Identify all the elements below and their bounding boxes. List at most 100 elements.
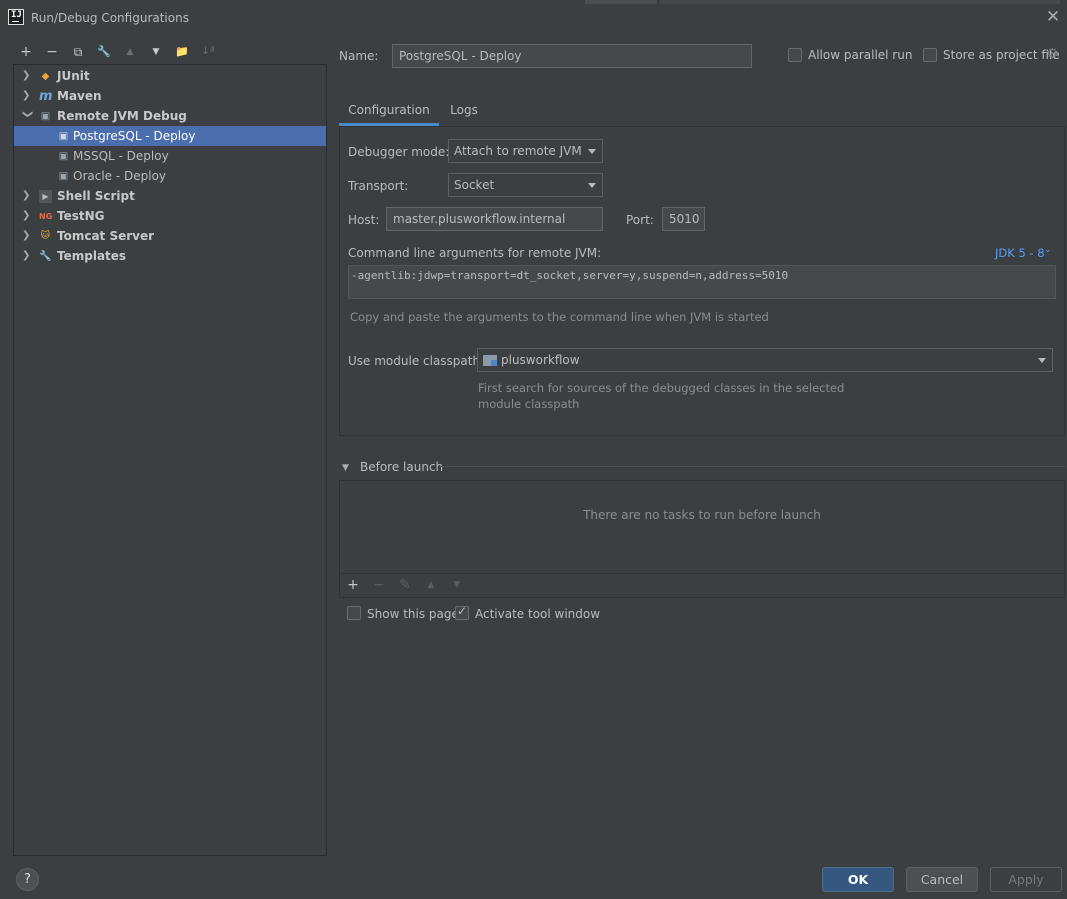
tab-configuration[interactable]: Configuration [339,98,439,126]
transport-select[interactable]: Socket [448,173,603,197]
background-window-strip [660,0,1060,4]
sort-icon[interactable]: ↓ª [199,43,217,61]
chevron-right-icon[interactable]: ❯ [22,231,32,241]
new-folder-icon[interactable]: 📁 [173,43,191,61]
cmdline-hint: Copy and paste the arguments to the comm… [350,310,769,324]
tree-item-maven[interactable]: ❯ m Maven [14,86,326,106]
collapse-before-launch-icon[interactable]: ▼ [342,463,349,473]
module-hint-line-2: module classpath [478,397,580,411]
remove-configuration-icon[interactable]: − [43,43,61,61]
remove-task-icon[interactable]: − [371,577,387,593]
tree-item-remote-jvm-debug[interactable]: ❯ ▣ Remote JVM Debug [14,106,326,126]
testng-icon: NG [39,212,53,221]
move-task-down-icon[interactable]: ▼ [449,577,465,593]
remote-debug-icon: ▣ [58,151,69,162]
ok-button[interactable]: OK [822,867,894,892]
tree-item-label: Tomcat Server [57,229,155,243]
dialog-title: Run/Debug Configurations [31,11,189,25]
store-project-file-label[interactable]: Store as project file [943,48,1060,62]
dropdown-arrow-icon [588,149,596,154]
tree-item-mssql-deploy[interactable]: ▣ MSSQL - Deploy [14,146,326,166]
help-button[interactable]: ? [16,868,39,891]
debugger-mode-select[interactable]: Attach to remote JVM [448,139,603,163]
intellij-logo-icon: IJ [8,9,24,25]
before-launch-label[interactable]: Before launch [360,460,443,474]
module-classpath-select[interactable]: plusworkflow [477,348,1053,372]
copy-configuration-icon[interactable]: ⧉ [69,43,87,61]
module-folder-icon [483,355,497,366]
tree-item-label: MSSQL - Deploy [73,149,169,163]
tomcat-icon: 🐱 [40,231,51,241]
chevron-right-icon[interactable]: ❯ [22,91,32,101]
show-page-label[interactable]: Show this page [367,607,459,621]
before-launch-divider [440,466,1065,467]
allow-parallel-checkbox[interactable] [788,48,802,62]
tree-item-label: Remote JVM Debug [57,109,187,123]
cmdline-field[interactable]: -agentlib:jdwp=transport=dt_socket,serve… [348,265,1056,299]
remote-debug-icon: ▣ [58,171,69,182]
tree-item-postgresql-deploy[interactable]: ▣ PostgreSQL - Deploy [14,126,326,146]
add-task-icon[interactable]: + [345,577,361,593]
tree-item-label: Maven [57,89,102,103]
module-classpath-value: plusworkflow [501,353,580,367]
tree-item-junit[interactable]: ❯ ◆ JUnit [14,66,326,86]
tree-item-testng[interactable]: ❯ NG TestNG [14,206,326,226]
debugger-mode-value: Attach to remote JVM [454,144,582,158]
shell-icon: ▶ [39,190,52,203]
junit-icon: ◆ [41,71,50,82]
edit-defaults-icon[interactable]: 🔧 [95,43,113,61]
chevron-down-icon[interactable]: ⌄ [1044,245,1052,255]
before-launch-empty-text: There are no tasks to run before launch [583,508,821,522]
close-icon[interactable]: ✕ [1044,8,1062,26]
move-task-up-icon[interactable]: ▲ [423,577,439,593]
chevron-right-icon[interactable]: ❯ [22,251,32,261]
tree-item-templates[interactable]: ❯ 🔧 Templates [14,246,326,266]
move-up-icon[interactable]: ▲ [121,43,139,61]
debugger-mode-label: Debugger mode: [348,145,450,159]
chevron-right-icon[interactable]: ❯ [22,71,32,81]
tree-item-label: Shell Script [57,189,135,203]
tree-item-label: PostgreSQL - Deploy [73,129,196,143]
cmdline-label: Command line arguments for remote JVM: [348,246,602,260]
maven-icon: m [39,89,53,104]
tree-item-oracle-deploy[interactable]: ▣ Oracle - Deploy [14,166,326,186]
move-down-icon[interactable]: ▼ [147,43,165,61]
add-configuration-icon[interactable]: + [17,43,35,61]
tree-item-label: JUnit [57,69,90,83]
name-field[interactable]: PostgreSQL - Deploy [392,44,752,68]
activate-tool-window-checkbox[interactable] [455,604,469,620]
chevron-right-icon[interactable]: ❯ [22,191,32,201]
port-label: Port: [626,213,654,227]
tab-logs[interactable]: Logs [441,98,487,126]
module-hint-line-1: First search for sources of the debugged… [478,381,845,395]
allow-parallel-label[interactable]: Allow parallel run [808,48,912,62]
tree-item-shell-script[interactable]: ❯ ▶ Shell Script [14,186,326,206]
tree-item-tomcat-server[interactable]: ❯ 🐱 Tomcat Server [14,226,326,246]
tree-item-label: Templates [57,249,127,263]
show-page-checkbox[interactable] [347,606,361,620]
transport-label: Transport: [348,179,409,193]
background-window-strip [585,0,657,4]
chevron-right-icon[interactable]: ❯ [22,211,32,221]
jdk-version-link[interactable]: JDK 5 - 8 [995,246,1045,260]
gear-icon[interactable]: ⚙ [1046,46,1059,62]
remote-debug-icon: ▣ [40,111,51,122]
apply-button[interactable]: Apply [990,867,1062,892]
wrench-icon: 🔧 [39,251,52,262]
cancel-button[interactable]: Cancel [906,867,978,892]
remote-debug-icon: ▣ [58,131,69,142]
dropdown-arrow-icon [588,183,596,188]
name-label: Name: [339,49,379,63]
activate-tool-window-label[interactable]: Activate tool window [475,607,600,621]
tree-item-label: Oracle - Deploy [73,169,167,183]
store-project-file-checkbox[interactable] [923,48,937,62]
transport-value: Socket [454,178,495,192]
chevron-down-icon[interactable]: ❯ [22,110,33,120]
tree-item-label: TestNG [57,209,105,223]
host-field[interactable]: master.plusworkflow.internal [386,207,603,231]
host-label: Host: [348,213,380,227]
module-classpath-label: Use module classpath: [348,354,485,368]
configuration-tree[interactable]: ❯ ◆ JUnit ❯ m Maven ❯ ▣ Remote JVM Debug… [13,64,327,856]
edit-task-icon[interactable]: ✎ [397,577,413,593]
port-field[interactable]: 5010 [662,207,705,231]
